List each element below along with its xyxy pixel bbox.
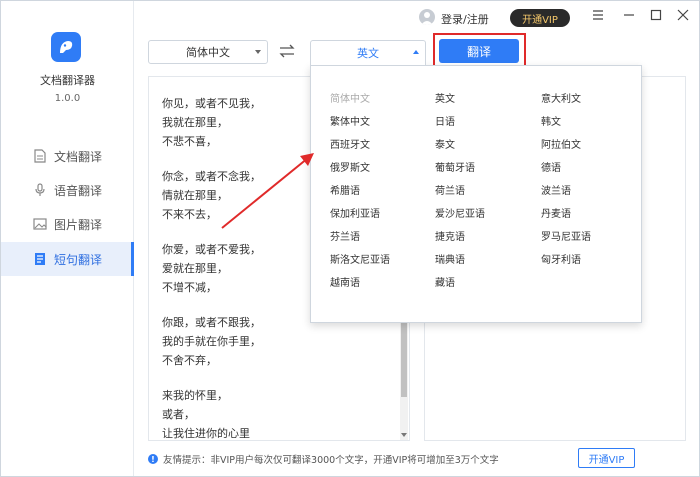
language-option[interactable]: 希腊语 xyxy=(330,182,360,197)
app-version: 1.0.0 xyxy=(54,93,81,104)
chevron-down-icon xyxy=(255,50,261,54)
info-icon: ! xyxy=(148,454,158,464)
language-option[interactable]: 韩文 xyxy=(541,113,561,128)
source-line: 不舍不弃， xyxy=(162,354,217,367)
app-window: 文档翻译器 1.0.0 文档翻译 语音翻译 图片翻译 短句翻译 登录/注册 开通… xyxy=(0,0,700,477)
avatar[interactable] xyxy=(419,9,435,25)
login-link[interactable]: 登录/注册 xyxy=(441,11,489,27)
language-option[interactable]: 芬兰语 xyxy=(330,228,360,243)
language-option[interactable]: 简体中文 xyxy=(330,90,370,105)
language-option[interactable]: 丹麦语 xyxy=(541,205,571,220)
nav-item-document[interactable]: 文档翻译 xyxy=(1,139,134,173)
source-language-label: 简体中文 xyxy=(186,46,230,59)
footer-tip-text: 友情提示：非VIP用户每次仅可翻译3000个文字，开通VIP将可增加至3万个文字 xyxy=(163,455,499,466)
language-option[interactable]: 繁体中文 xyxy=(330,113,370,128)
language-option[interactable]: 爱沙尼亚语 xyxy=(435,205,485,220)
text-file-icon xyxy=(35,253,45,265)
source-line: 让我住进你的心里 xyxy=(162,427,250,440)
language-option[interactable]: 泰文 xyxy=(435,136,455,151)
source-line: 来我的怀里， xyxy=(162,389,228,402)
language-option[interactable]: 捷克语 xyxy=(435,228,465,243)
language-option[interactable]: 匈牙利语 xyxy=(541,251,581,266)
annotation-arrow-icon xyxy=(221,153,314,229)
language-option[interactable]: 阿拉伯文 xyxy=(541,136,581,151)
scrollbar-thumb[interactable] xyxy=(401,322,407,397)
language-option[interactable]: 日语 xyxy=(435,113,455,128)
translate-button[interactable]: 翻译 xyxy=(439,39,519,63)
language-option[interactable]: 波兰语 xyxy=(541,182,571,197)
nav-item-image[interactable]: 图片翻译 xyxy=(1,207,134,241)
maximize-icon[interactable] xyxy=(649,8,663,22)
document-icon xyxy=(34,149,46,163)
language-option[interactable]: 英文 xyxy=(435,90,455,105)
target-language-label: 英文 xyxy=(357,47,379,60)
language-option[interactable]: 意大利文 xyxy=(541,90,581,105)
image-icon xyxy=(33,218,47,230)
microphone-icon xyxy=(35,183,45,196)
app-name: 文档翻译器 xyxy=(40,74,95,87)
nav-label: 短句翻译 xyxy=(54,252,103,267)
source-line: 我的手就在你手里， xyxy=(162,335,261,348)
app-logo-icon xyxy=(51,32,81,62)
close-icon[interactable] xyxy=(676,8,690,22)
nav-item-voice[interactable]: 语音翻译 xyxy=(1,173,134,207)
vip-button[interactable]: 开通VIP xyxy=(578,448,635,468)
nav-label: 文档翻译 xyxy=(54,149,103,164)
language-dropdown: 简体中文繁体中文西班牙文俄罗斯文希腊语保加利亚语芬兰语斯洛文尼亚语 越南语 英文日语… xyxy=(310,65,642,323)
language-option[interactable]: 葡萄牙语 xyxy=(435,159,475,174)
footer-tip: ! 友情提示：非VIP用户每次仅可翻译3000个文字，开通VIP将可增加至3万个… xyxy=(148,452,499,466)
language-option[interactable]: 斯洛文尼亚语 xyxy=(330,251,390,266)
sidebar: 文档翻译器 1.0.0 文档翻译 语音翻译 图片翻译 短句翻译 xyxy=(1,1,134,476)
target-language-select[interactable]: 英文 xyxy=(310,40,426,65)
language-option[interactable]: 俄罗斯文 xyxy=(330,159,370,174)
chevron-up-icon xyxy=(413,50,419,54)
language-option[interactable]: 西班牙文 xyxy=(330,136,370,151)
nav-item-sentence[interactable]: 短句翻译 xyxy=(1,242,134,276)
language-option[interactable]: 瑞典语 xyxy=(435,251,465,266)
scroll-down-icon[interactable] xyxy=(401,433,407,437)
language-option[interactable]: 德语 xyxy=(541,159,561,174)
language-option[interactable]: 越南语 xyxy=(330,274,360,289)
vip-top-button[interactable]: 开通VIP xyxy=(510,9,570,27)
source-language-select[interactable]: 简体中文 xyxy=(148,40,268,64)
language-option[interactable]: 保加利亚语 xyxy=(330,205,380,220)
swap-icon[interactable] xyxy=(279,44,295,58)
menu-icon[interactable] xyxy=(591,8,605,22)
source-line: 或者， xyxy=(162,408,195,421)
minimize-icon[interactable] xyxy=(622,8,636,22)
language-option[interactable]: 荷兰语 xyxy=(435,182,465,197)
language-option[interactable]: 罗马尼亚语 xyxy=(541,228,591,243)
nav-label: 语音翻译 xyxy=(54,183,103,198)
nav-label: 图片翻译 xyxy=(54,217,103,232)
language-option[interactable]: 藏语 xyxy=(435,274,455,289)
